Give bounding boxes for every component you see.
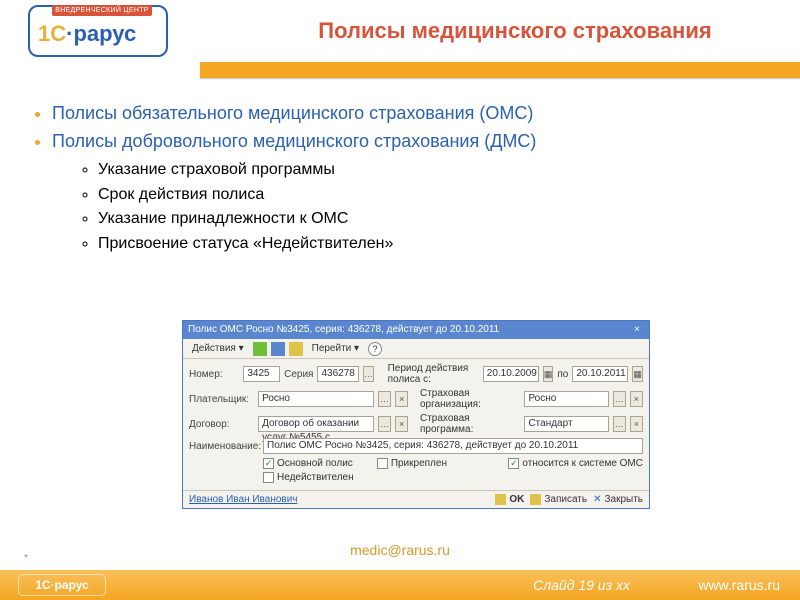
payer-input[interactable]: Росно bbox=[258, 391, 374, 407]
lookup-button[interactable]: … bbox=[613, 391, 626, 407]
close-button[interactable]: ✕Закрыть bbox=[593, 494, 643, 505]
sub-bullet: Указание принадлежности к ОМС bbox=[98, 207, 770, 232]
label: Страховая организация: bbox=[420, 388, 520, 410]
save-icon bbox=[530, 494, 541, 505]
date-to-input[interactable]: 20.10.2011 bbox=[572, 366, 628, 382]
help-icon[interactable]: ? bbox=[368, 342, 382, 356]
label: Плательщик: bbox=[189, 394, 254, 405]
lookup-button[interactable]: … bbox=[363, 366, 374, 382]
dialog-titlebar: Полис ОМС Росно №3425, серия: 436278, де… bbox=[183, 321, 649, 339]
person-link[interactable]: Иванов Иван Иванович bbox=[189, 494, 298, 505]
sub-bullet: Срок действия полиса bbox=[98, 183, 770, 208]
accent-bar bbox=[200, 62, 800, 78]
label: по bbox=[557, 369, 568, 380]
goto-menu[interactable]: Перейти ▾ bbox=[307, 341, 364, 356]
dialog-toolbar: Действия ▾ Перейти ▾ ? bbox=[183, 339, 649, 359]
invalid-checkbox[interactable]: Недействителен bbox=[263, 472, 354, 483]
slide-number: Слайд 19 из xx bbox=[533, 577, 630, 593]
name-input[interactable]: Полис ОМС Росно №3425, серия: 436278, де… bbox=[263, 438, 643, 454]
close-icon: ✕ bbox=[593, 494, 601, 505]
sub-bullet: Присвоение статуса «Недействителен» bbox=[98, 232, 770, 257]
label: Серия bbox=[284, 369, 313, 380]
clear-button[interactable]: × bbox=[630, 391, 643, 407]
toolbar-icon[interactable] bbox=[253, 342, 267, 356]
sub-bullet: Указание страховой программы bbox=[98, 158, 770, 183]
toolbar-icon[interactable] bbox=[271, 342, 285, 356]
close-icon[interactable]: × bbox=[630, 321, 644, 339]
dialog-title: Полис ОМС Росно №3425, серия: 436278, де… bbox=[188, 321, 499, 339]
slide-title: Полисы медицинского страхования bbox=[240, 18, 790, 44]
slide-footer: 1С·рарус Слайд 19 из xx www.rarus.ru bbox=[0, 570, 800, 600]
number-input[interactable]: 3425 bbox=[243, 366, 280, 382]
clear-button[interactable]: × bbox=[395, 391, 408, 407]
lookup-button[interactable]: … bbox=[378, 416, 391, 432]
calendar-icon[interactable]: ▦ bbox=[543, 366, 554, 382]
logo-caption: ВНЕДРЕНЧЕСКИЙ ЦЕНТР bbox=[52, 5, 152, 16]
toolbar-icon[interactable] bbox=[289, 342, 303, 356]
series-input[interactable]: 436278 bbox=[317, 366, 358, 382]
calendar-icon[interactable]: ▦ bbox=[632, 366, 643, 382]
dialog-footer: Иванов Иван Иванович OK Записать ✕Закрыт… bbox=[183, 490, 649, 508]
actions-menu[interactable]: Действия ▾ bbox=[187, 341, 249, 356]
lookup-button[interactable]: … bbox=[378, 391, 391, 407]
slide-body: Полисы обязательного медицинского страхо… bbox=[30, 100, 770, 257]
logo-text: 1С·рарус bbox=[38, 21, 136, 47]
attached-checkbox[interactable]: Прикреплен bbox=[377, 458, 447, 469]
clear-button[interactable]: × bbox=[395, 416, 408, 432]
date-from-input[interactable]: 20.10.2009 bbox=[483, 366, 539, 382]
lookup-button[interactable]: … bbox=[613, 416, 626, 432]
save-button[interactable]: Записать bbox=[530, 494, 587, 505]
bullet-oms: Полисы обязательного медицинского страхо… bbox=[52, 100, 770, 128]
footer-logo: 1С·рарус bbox=[18, 574, 106, 596]
ok-button[interactable]: OK bbox=[495, 494, 524, 505]
company-logo: ВНЕДРЕНЧЕСКИЙ ЦЕНТР 1С·рарус bbox=[28, 5, 168, 57]
main-policy-checkbox[interactable]: ✓Основной полис bbox=[263, 458, 353, 469]
label: Номер: bbox=[189, 369, 239, 380]
dialog-body: Номер: 3425 Серия 436278 … Период действ… bbox=[183, 359, 649, 490]
label: Наименование: bbox=[189, 441, 259, 452]
org-input[interactable]: Росно bbox=[524, 391, 608, 407]
slide-header: ВНЕДРЕНЧЕСКИЙ ЦЕНТР 1С·рарус Полисы меди… bbox=[0, 0, 800, 68]
oms-checkbox[interactable]: ✓относится к системе ОМС bbox=[508, 458, 643, 469]
footer-site: www.rarus.ru bbox=[698, 577, 780, 593]
label: Страховая программа: bbox=[420, 413, 520, 435]
clear-button[interactable]: × bbox=[630, 416, 643, 432]
contact-email: medic@rarus.ru bbox=[0, 542, 800, 558]
contract-input[interactable]: Договор об оказании услуг №5455 с bbox=[258, 416, 374, 432]
label: Договор: bbox=[189, 419, 254, 430]
save-icon bbox=[495, 494, 506, 505]
program-input[interactable]: Стандарт bbox=[524, 416, 608, 432]
label: Период действия полиса с: bbox=[388, 363, 479, 385]
policy-dialog: Полис ОМС Росно №3425, серия: 436278, де… bbox=[182, 320, 650, 509]
bullet-dms: Полисы добровольного медицинского страхо… bbox=[52, 128, 770, 257]
